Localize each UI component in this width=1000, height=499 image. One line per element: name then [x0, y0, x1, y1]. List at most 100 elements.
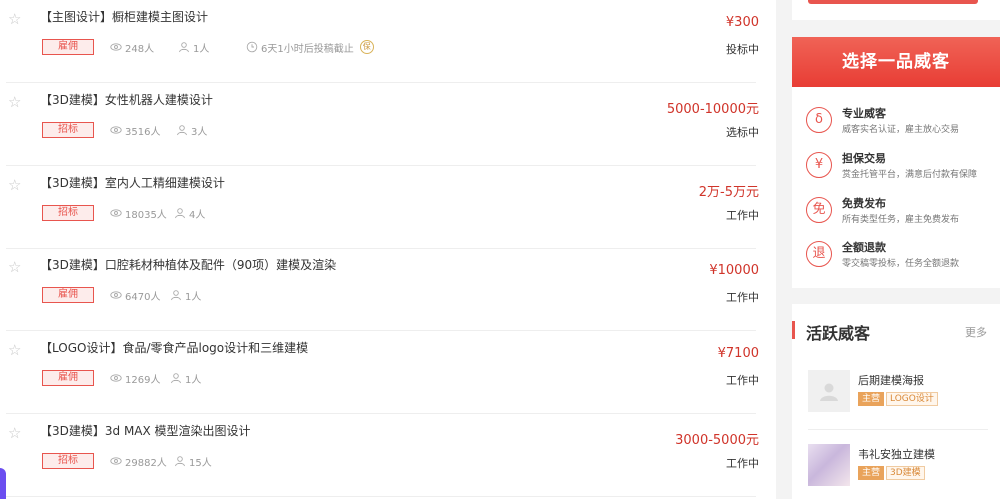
task-price: ¥10000: [709, 263, 759, 278]
views-count: 18035人: [125, 209, 167, 221]
task-price: ¥300: [725, 15, 759, 30]
bidders-meta: 1人: [170, 371, 202, 386]
active-panel-title: 活跃威客: [806, 324, 871, 343]
why-item-title: 免费发布: [842, 197, 886, 210]
views-meta: 6470人: [110, 288, 161, 303]
star-icon[interactable]: ☆: [8, 425, 24, 441]
task-title[interactable]: 【3D建模】3d MAX 模型渲染出图设计: [40, 422, 251, 439]
more-link[interactable]: 更多: [965, 324, 987, 340]
why-item: ¥ 担保交易 赏金托管平台，满意后付款有保障: [806, 150, 996, 190]
sidebar-top-card: [792, 0, 1000, 20]
views-count: 3516人: [125, 126, 161, 138]
eye-icon: [110, 43, 122, 51]
avatar[interactable]: [808, 444, 850, 486]
task-status: 工作中: [726, 209, 759, 222]
eye-icon: [110, 291, 122, 299]
user-icon: [171, 373, 181, 384]
skill-tag: LOGO设计: [886, 392, 938, 406]
why-choose-title: 选择一品威客: [792, 37, 1000, 87]
task-type-badge: 雇佣: [42, 370, 94, 386]
bidders-count: 4人: [189, 209, 206, 221]
task-title[interactable]: 【3D建模】口腔耗材种植体及配件（90项）建模及渲染: [40, 256, 336, 273]
bidders-count: 15人: [189, 457, 212, 469]
user-icon: [175, 456, 185, 467]
why-item-title: 担保交易: [842, 152, 886, 165]
why-item: δ 专业威客 威客实名认证，雇主放心交易: [806, 105, 996, 145]
star-icon[interactable]: ☆: [8, 11, 24, 27]
accent-bar: [792, 321, 795, 339]
bidders-meta: 1人: [170, 288, 202, 303]
bidders-meta: 3人: [176, 123, 208, 138]
main-business-tag: 主营: [858, 466, 885, 480]
star-icon[interactable]: ☆: [8, 342, 24, 358]
star-icon[interactable]: ☆: [8, 259, 24, 275]
why-item-title: 专业威客: [842, 107, 886, 120]
bidders-meta: 1人: [178, 40, 210, 55]
why-item-desc: 所有类型任务，雇主免费发布: [842, 215, 960, 225]
task-price: 2万-5万元: [698, 185, 759, 200]
task-title[interactable]: 【3D建模】室内人工精细建模设计: [40, 174, 225, 191]
task-row[interactable]: ☆ 【3D建模】3d MAX 模型渲染出图设计 招标 29882人 15人 30…: [6, 414, 759, 497]
task-type-badge: 雇佣: [42, 39, 94, 55]
task-status: 工作中: [726, 291, 759, 304]
bidders-meta: 4人: [174, 206, 206, 221]
divider: [808, 429, 988, 430]
why-item-title: 全额退款: [842, 241, 886, 254]
star-icon[interactable]: ☆: [8, 94, 24, 110]
task-price: 5000-10000元: [666, 102, 759, 117]
eye-icon: [110, 374, 122, 382]
bidders-count: 1人: [185, 291, 202, 303]
bidders-count: 1人: [185, 374, 202, 386]
task-list: ☆ 【主图设计】橱柜建模主图设计 雇佣 248人 1人 6天1小时后投稿截止 保…: [0, 0, 776, 499]
active-freelancers-panel: 活跃威客 更多 后期建模海报 主营 LOGO设计 韦礼安独立建模 主营 3D建模: [792, 304, 1000, 499]
active-panel-header: 活跃威客 更多: [792, 318, 1000, 343]
task-title[interactable]: 【3D建模】女性机器人建模设计: [40, 91, 213, 108]
task-row[interactable]: ☆ 【主图设计】橱柜建模主图设计 雇佣 248人 1人 6天1小时后投稿截止 保…: [6, 0, 759, 83]
user-icon: [177, 125, 187, 136]
task-title[interactable]: 【主图设计】橱柜建模主图设计: [40, 8, 208, 25]
freelancer-item[interactable]: 韦礼安独立建模 主营 3D建模: [808, 444, 988, 494]
star-icon[interactable]: ☆: [8, 177, 24, 193]
publish-button-edge[interactable]: [808, 0, 978, 4]
views-meta: 29882人: [110, 454, 167, 469]
main-business-tag: 主营: [858, 392, 885, 406]
task-type-badge: 招标: [42, 122, 94, 138]
floating-side-tab[interactable]: [0, 468, 6, 499]
task-type-badge: 招标: [42, 205, 94, 221]
task-price: ¥7100: [717, 346, 759, 361]
bidders-count: 1人: [193, 43, 210, 55]
deadline-text: 6天1小时后投稿截止: [261, 43, 354, 55]
views-meta: 1269人: [110, 371, 160, 386]
freelancer-name[interactable]: 后期建模海报: [858, 372, 924, 388]
task-status: 工作中: [726, 374, 759, 387]
freelancer-item[interactable]: 后期建模海报 主营 LOGO设计: [808, 370, 988, 420]
why-item: 退 全额退款 零交稿零投标，任务全额退款: [806, 239, 996, 279]
views-count: 6470人: [125, 291, 161, 303]
why-item-desc: 威客实名认证，雇主放心交易: [842, 125, 960, 135]
task-title[interactable]: 【LOGO设计】食品/零食产品logo设计和三维建模: [40, 339, 308, 356]
task-row[interactable]: ☆ 【3D建模】女性机器人建模设计 招标 3516人 3人 5000-10000…: [6, 83, 759, 166]
user-icon: [171, 290, 181, 301]
task-row[interactable]: ☆ 【3D建模】室内人工精细建模设计 招标 18035人 4人 2万-5万元 工…: [6, 166, 759, 249]
task-row[interactable]: ☆ 【3D建模】口腔耗材种植体及配件（90项）建模及渲染 雇佣 6470人 1人…: [6, 248, 759, 331]
avatar[interactable]: [808, 370, 850, 412]
why-item: 免 免费发布 所有类型任务，雇主免费发布: [806, 195, 996, 235]
skill-tag: 3D建模: [886, 466, 925, 480]
user-icon: [179, 42, 189, 53]
yen-icon: ¥: [806, 152, 832, 178]
task-status: 工作中: [726, 457, 759, 470]
clock-icon: [246, 41, 258, 53]
freelancer-name[interactable]: 韦礼安独立建模: [858, 446, 935, 462]
guarantee-icon: 保: [359, 40, 374, 54]
why-item-desc: 赏金托管平台，满意后付款有保障: [842, 170, 978, 180]
views-count: 29882人: [125, 457, 167, 469]
task-row[interactable]: ☆ 【LOGO设计】食品/零食产品logo设计和三维建模 雇佣 1269人 1人…: [6, 331, 759, 414]
views-meta: 18035人: [110, 206, 167, 221]
views-meta: 248人: [110, 40, 154, 55]
default-avatar-icon: [820, 383, 838, 401]
eye-icon: [110, 209, 122, 217]
views-meta: 3516人: [110, 123, 161, 138]
bidders-count: 3人: [191, 126, 208, 138]
task-status: 选标中: [726, 126, 759, 139]
task-type-badge: 招标: [42, 453, 94, 469]
